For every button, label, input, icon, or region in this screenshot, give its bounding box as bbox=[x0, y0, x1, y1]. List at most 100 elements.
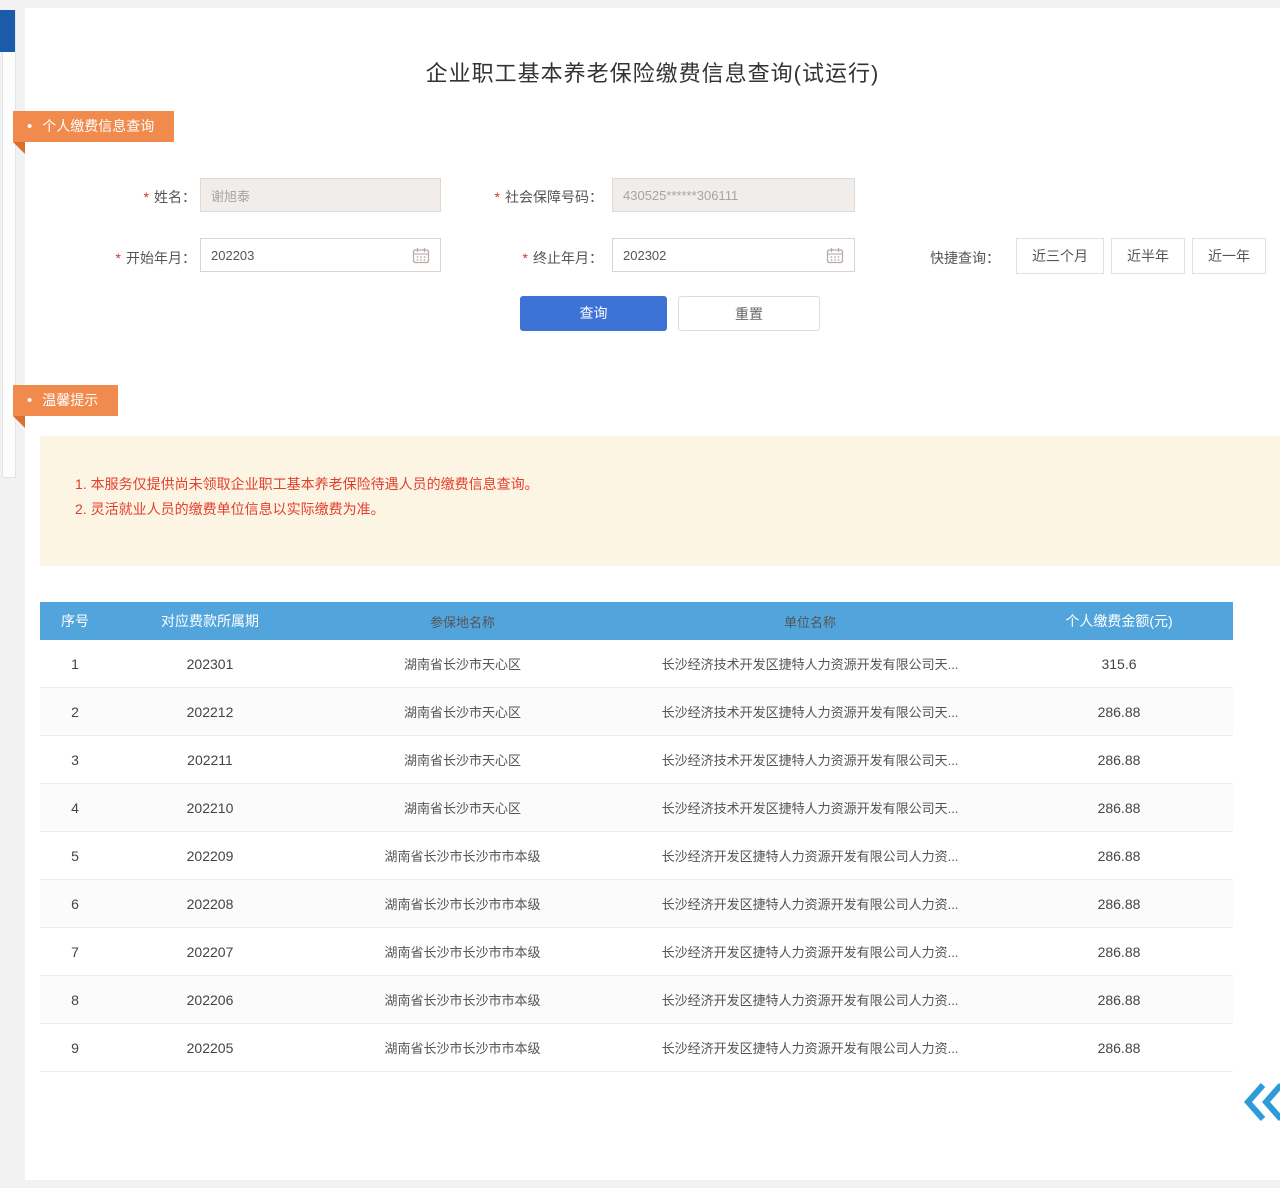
name-field[interactable]: 谢旭泰 bbox=[200, 178, 441, 212]
table-cell: 湖南省长沙市长沙市市本级 bbox=[310, 976, 615, 1023]
table-cell: 286.88 bbox=[1005, 784, 1233, 831]
name-value: 谢旭泰 bbox=[211, 186, 250, 205]
table-cell: 湖南省长沙市长沙市市本级 bbox=[310, 880, 615, 927]
start-month-value: 202203 bbox=[211, 248, 254, 263]
required-asterisk: * bbox=[144, 189, 149, 205]
table-cell: 202207 bbox=[110, 928, 310, 975]
table-cell: 2 bbox=[40, 688, 110, 735]
table-cell: 9 bbox=[40, 1024, 110, 1071]
table-cell: 286.88 bbox=[1005, 880, 1233, 927]
name-label: *姓名： bbox=[100, 187, 196, 207]
end-month-field[interactable]: 202302 bbox=[612, 238, 855, 272]
payment-table: 序号对应费款所属期参保地名称单位名称个人缴费金额(元) 1202301湖南省长沙… bbox=[40, 602, 1233, 1072]
table-row: 2202212湖南省长沙市天心区长沙经济技术开发区捷特人力资源开发有限公司天..… bbox=[40, 688, 1233, 736]
table-row: 3202211湖南省长沙市天心区长沙经济技术开发区捷特人力资源开发有限公司天..… bbox=[40, 736, 1233, 784]
query-button[interactable]: 查询 bbox=[520, 296, 667, 331]
tip-line: 1. 本服务仅提供尚未领取企业职工基本养老保险待遇人员的缴费信息查询。 bbox=[75, 472, 539, 497]
table-cell: 202301 bbox=[110, 640, 310, 687]
ssn-field[interactable]: 430525******306111 bbox=[612, 178, 855, 212]
table-cell: 7 bbox=[40, 928, 110, 975]
table-body: 1202301湖南省长沙市天心区长沙经济技术开发区捷特人力资源开发有限公司天..… bbox=[40, 640, 1233, 1072]
table-cell: 湖南省长沙市长沙市市本级 bbox=[310, 928, 615, 975]
column-header: 对应费款所属期 bbox=[110, 602, 310, 640]
double-chevron-left-icon bbox=[1243, 1080, 1280, 1124]
table-row: 7202207湖南省长沙市长沙市市本级长沙经济开发区捷特人力资源开发有限公司人力… bbox=[40, 928, 1233, 976]
table-cell: 202206 bbox=[110, 976, 310, 1023]
table-cell: 315.6 bbox=[1005, 640, 1233, 687]
tips-notice-box: 1. 本服务仅提供尚未领取企业职工基本养老保险待遇人员的缴费信息查询。2. 灵活… bbox=[40, 436, 1280, 566]
table-cell: 202208 bbox=[110, 880, 310, 927]
table-cell: 6 bbox=[40, 880, 110, 927]
end-month-value: 202302 bbox=[623, 248, 666, 263]
table-cell: 长沙经济开发区捷特人力资源开发有限公司人力资... bbox=[615, 976, 1005, 1023]
table-cell: 湖南省长沙市天心区 bbox=[310, 640, 615, 687]
table-row: 5202209湖南省长沙市长沙市市本级长沙经济开发区捷特人力资源开发有限公司人力… bbox=[40, 832, 1233, 880]
table-cell: 202212 bbox=[110, 688, 310, 735]
sidebar-blue-block[interactable] bbox=[0, 10, 15, 52]
quick-option-0[interactable]: 近三个月 bbox=[1016, 238, 1104, 274]
quick-option-1[interactable]: 近半年 bbox=[1111, 238, 1185, 274]
table-cell: 湖南省长沙市天心区 bbox=[310, 736, 615, 783]
section-tag-label: 个人缴费信息查询 bbox=[42, 118, 154, 134]
table-cell: 湖南省长沙市天心区 bbox=[310, 784, 615, 831]
table-cell: 长沙经济技术开发区捷特人力资源开发有限公司天... bbox=[615, 784, 1005, 831]
table-cell: 286.88 bbox=[1005, 736, 1233, 783]
table-cell: 286.88 bbox=[1005, 832, 1233, 879]
table-cell: 8 bbox=[40, 976, 110, 1023]
column-header: 单位名称 bbox=[615, 602, 1005, 640]
calendar-icon[interactable] bbox=[826, 247, 844, 264]
calendar-icon[interactable] bbox=[412, 247, 430, 264]
ssn-value: 430525******306111 bbox=[623, 188, 738, 203]
column-header: 个人缴费金额(元) bbox=[1005, 602, 1233, 640]
collapse-panel-button[interactable] bbox=[1243, 1080, 1280, 1124]
section-tag-tips: • 温馨提示 bbox=[13, 385, 118, 416]
table-cell: 202211 bbox=[110, 736, 310, 783]
table-cell: 长沙经济开发区捷特人力资源开发有限公司人力资... bbox=[615, 832, 1005, 879]
bullet-icon: • bbox=[27, 118, 32, 135]
tip-line: 2. 灵活就业人员的缴费单位信息以实际缴费为准。 bbox=[75, 497, 539, 522]
table-cell: 长沙经济开发区捷特人力资源开发有限公司人力资... bbox=[615, 880, 1005, 927]
table-cell: 286.88 bbox=[1005, 1024, 1233, 1071]
table-row: 1202301湖南省长沙市天心区长沙经济技术开发区捷特人力资源开发有限公司天..… bbox=[40, 640, 1233, 688]
table-cell: 3 bbox=[40, 736, 110, 783]
section-tag-label: 温馨提示 bbox=[42, 392, 98, 408]
quick-query-label: 快捷查询： bbox=[930, 248, 1006, 268]
quick-query-buttons: 近三个月近半年近一年 bbox=[1016, 238, 1273, 274]
reset-button[interactable]: 重置 bbox=[678, 296, 820, 331]
table-cell: 长沙经济开发区捷特人力资源开发有限公司人力资... bbox=[615, 1024, 1005, 1071]
bullet-icon: • bbox=[27, 392, 32, 409]
page-title: 企业职工基本养老保险缴费信息查询(试运行) bbox=[25, 56, 1280, 88]
table-cell: 286.88 bbox=[1005, 928, 1233, 975]
column-header: 参保地名称 bbox=[310, 602, 615, 640]
table-header-row: 序号对应费款所属期参保地名称单位名称个人缴费金额(元) bbox=[40, 602, 1233, 640]
table-cell: 长沙经济技术开发区捷特人力资源开发有限公司天... bbox=[615, 640, 1005, 687]
table-cell: 湖南省长沙市长沙市市本级 bbox=[310, 832, 615, 879]
required-asterisk: * bbox=[523, 250, 528, 266]
start-month-label: *开始年月： bbox=[88, 248, 196, 268]
tips-text: 1. 本服务仅提供尚未领取企业职工基本养老保险待遇人员的缴费信息查询。2. 灵活… bbox=[75, 472, 539, 522]
ssn-label: *社会保障号码： bbox=[455, 187, 603, 207]
table-row: 8202206湖南省长沙市长沙市市本级长沙经济开发区捷特人力资源开发有限公司人力… bbox=[40, 976, 1233, 1024]
table-cell: 湖南省长沙市长沙市市本级 bbox=[310, 1024, 615, 1071]
table-cell: 286.88 bbox=[1005, 688, 1233, 735]
table-cell: 湖南省长沙市天心区 bbox=[310, 688, 615, 735]
table-row: 9202205湖南省长沙市长沙市市本级长沙经济开发区捷特人力资源开发有限公司人力… bbox=[40, 1024, 1233, 1072]
end-month-label: *终止年月： bbox=[495, 248, 603, 268]
table-cell: 202209 bbox=[110, 832, 310, 879]
table-cell: 长沙经济技术开发区捷特人力资源开发有限公司天... bbox=[615, 736, 1005, 783]
quick-option-2[interactable]: 近一年 bbox=[1192, 238, 1266, 274]
required-asterisk: * bbox=[495, 189, 500, 205]
pension-query-page: 企业职工基本养老保险缴费信息查询(试运行) • 个人缴费信息查询 *姓名： 谢旭泰… bbox=[0, 0, 1280, 1188]
table-row: 6202208湖南省长沙市长沙市市本级长沙经济开发区捷特人力资源开发有限公司人力… bbox=[40, 880, 1233, 928]
table-cell: 4 bbox=[40, 784, 110, 831]
table-cell: 长沙经济技术开发区捷特人力资源开发有限公司天... bbox=[615, 688, 1005, 735]
table-cell: 286.88 bbox=[1005, 976, 1233, 1023]
table-cell: 5 bbox=[40, 832, 110, 879]
table-row: 4202210湖南省长沙市天心区长沙经济技术开发区捷特人力资源开发有限公司天..… bbox=[40, 784, 1233, 832]
column-header: 序号 bbox=[40, 602, 110, 640]
table-cell: 202205 bbox=[110, 1024, 310, 1071]
table-cell: 长沙经济开发区捷特人力资源开发有限公司人力资... bbox=[615, 928, 1005, 975]
section-tag-personal-payment-query: • 个人缴费信息查询 bbox=[13, 111, 174, 142]
table-cell: 1 bbox=[40, 640, 110, 687]
start-month-field[interactable]: 202203 bbox=[200, 238, 441, 272]
